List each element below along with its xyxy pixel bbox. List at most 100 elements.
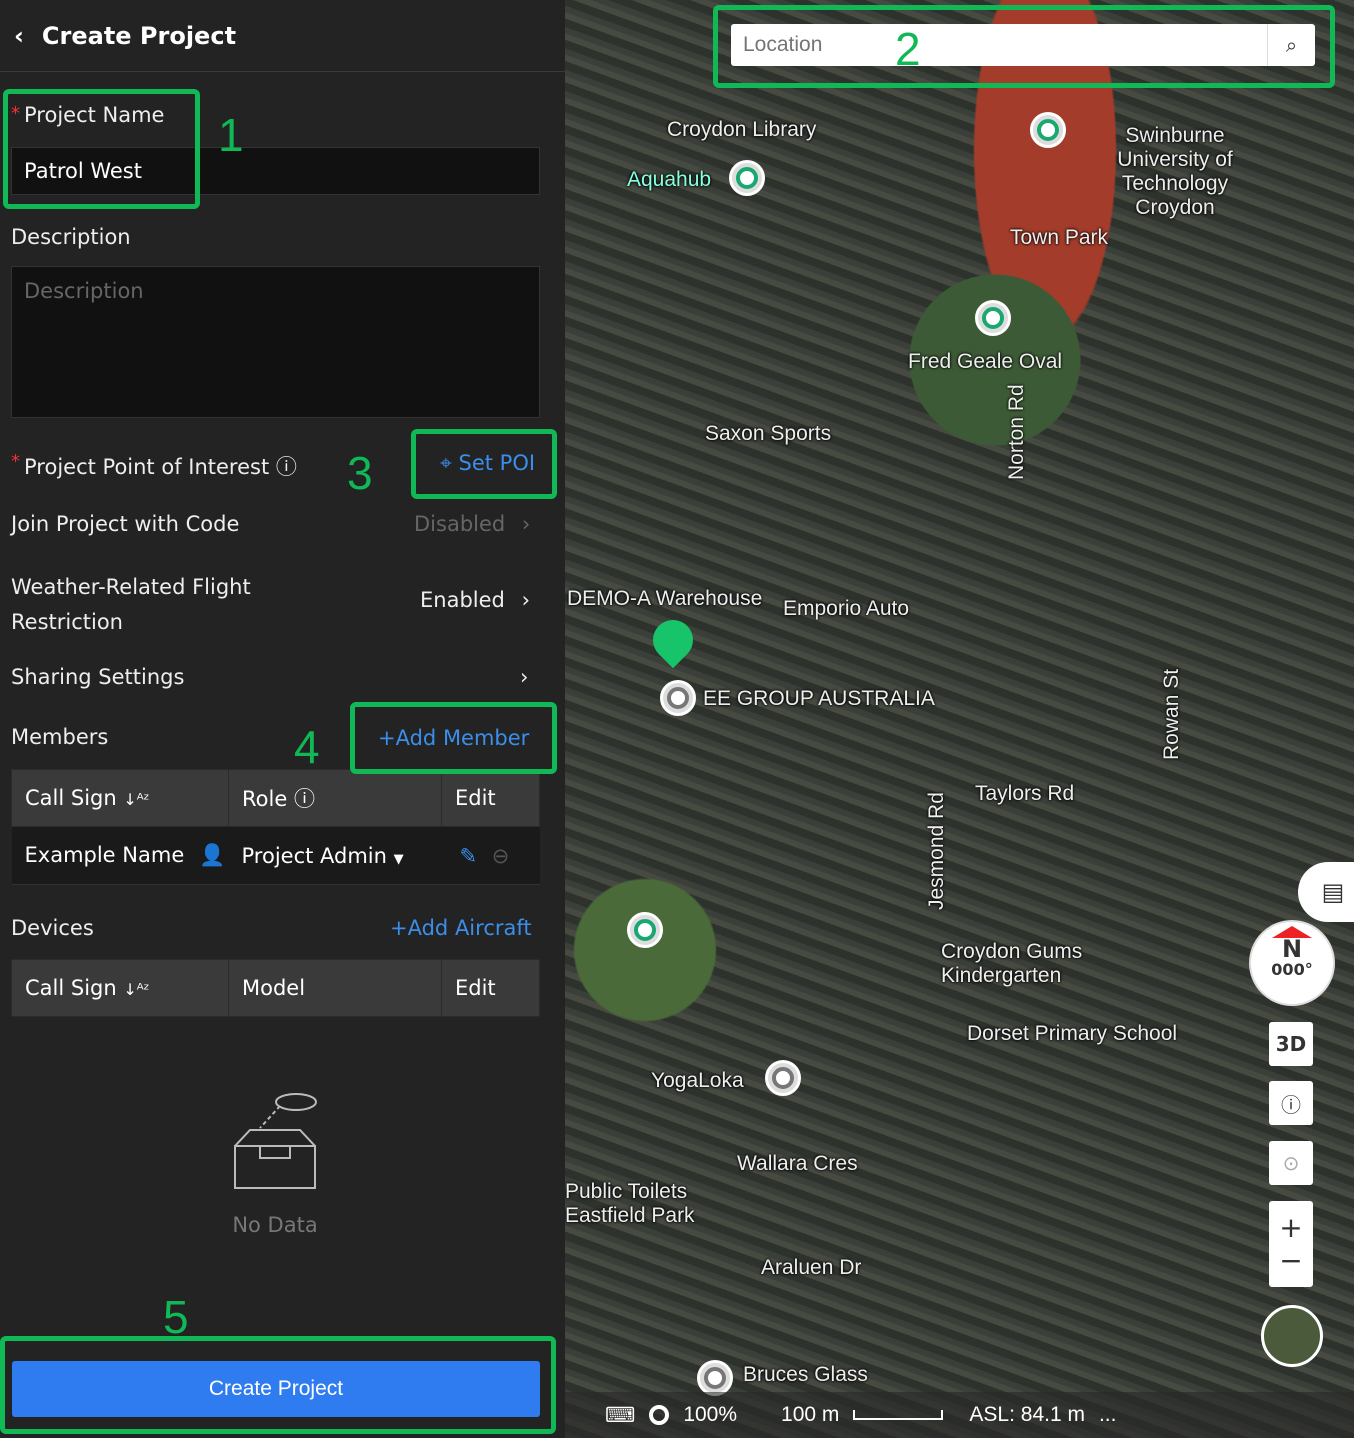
annotation-box-4 [350,702,557,774]
add-aircraft-label: Add Aircraft [407,916,532,940]
label-text: Project Point of Interest [24,455,270,479]
table-header: Call Sign ↓ᴬᶻ Model Edit [11,959,540,1017]
weather-label: Weather-Related Flight Restriction [11,570,251,640]
empty-drone-icon [234,1093,317,1189]
annotation-number: 3 [347,447,373,499]
map-label: EE GROUP AUSTRALIA [703,687,935,710]
map-label: Eastfield Park [565,1204,695,1227]
signal-ring-icon [649,1405,670,1425]
map-label: YogaLoka [651,1069,744,1092]
asl-readout: ASL: 84.1 m [969,1403,1085,1426]
keyboard-icon[interactable]: ⌨ [605,1403,635,1428]
sharing-chevron-icon[interactable]: › [520,665,528,689]
locate-icon[interactable]: ⊙ [1269,1141,1313,1185]
zoom-out-icon[interactable]: − [1279,1244,1302,1277]
header-text: Role [242,787,288,811]
map-poi-pin[interactable] [729,160,765,196]
map-label: Croydon Gums Kindergarten [941,940,1083,987]
chevron-right-icon: › [521,512,531,536]
required-icon: * [11,451,20,472]
map-label: Araluen Dr [761,1256,862,1279]
join-code-label: Join Project with Code [11,512,240,536]
map-label: Wallara Cres [737,1152,858,1175]
join-code-setting[interactable]: Disabled › [414,512,530,536]
role-select[interactable]: Project Admin ▼ [228,826,442,885]
info-icon[interactable]: ⓘ [276,455,297,479]
map-label: Croydon Library [667,118,817,141]
map-label: Bruces Glass [743,1363,868,1386]
map-view[interactable]: ⌕ Croydon Library Aquahub Swinburne Univ… [565,0,1354,1438]
more-indicator: ... [1098,1403,1117,1426]
map-poi-pin[interactable] [660,680,696,716]
annotation-number: 4 [294,721,320,773]
map-label: DEMO-A Warehouse [567,587,763,610]
table-row: Example Name 👤 Project Admin ▼ ✎ ⊖ [11,826,540,885]
map-label: Jesmond Rd [925,792,948,910]
weather-setting[interactable]: Enabled › [420,588,530,612]
sort-az-icon[interactable]: ↓ᴬᶻ [123,790,149,809]
map-label: Norton Rd [1005,384,1028,480]
map-poi-pin[interactable] [975,300,1011,336]
devices-table: Call Sign ↓ᴬᶻ Model Edit [11,959,540,1017]
map-poi-pin[interactable] [1030,112,1066,148]
col-role: Role ⓘ [228,769,442,827]
label-line: Weather-Related Flight [11,575,251,599]
map-label: Swinburne University of Technology Croyd… [1117,124,1233,219]
sort-az-icon[interactable]: ↓ᴬᶻ [123,980,149,999]
member-call-sign: Example Name 👤 [11,826,229,885]
map-poi-pin[interactable] [627,912,663,948]
header-text: Call Sign [25,786,117,810]
label-line: Restriction [11,610,123,634]
col-edit: Edit [441,769,540,827]
map-label: Fred Geale Oval [908,350,1063,373]
panel-header: ‹ Create Project [0,0,565,72]
annotation-box-2 [713,5,1335,88]
compass-heading: 000° [1271,960,1313,979]
col-call-sign[interactable]: Call Sign ↓ᴬᶻ [11,769,229,827]
add-aircraft-button[interactable]: +Add Aircraft [390,916,532,940]
col-model: Model [228,959,442,1017]
annotation-box-1 [3,89,200,209]
map-label: Emporio Auto [783,597,910,620]
info-icon[interactable]: ⓘ [1269,1081,1313,1125]
table-header: Call Sign ↓ᴬᶻ Role ⓘ Edit [11,769,540,827]
plus-icon: + [390,916,408,940]
annotation-box-3 [411,429,557,499]
3d-toggle-button[interactable]: 3D [1269,1022,1313,1066]
info-icon[interactable]: ⓘ [294,787,315,811]
project-location-marker[interactable] [644,611,702,669]
map-label: Rowan St [1160,668,1183,760]
description-input[interactable]: Description [11,266,540,418]
caret-down-icon: ▼ [393,851,404,867]
members-table: Call Sign ↓ᴬᶻ Role ⓘ Edit Example Name 👤… [11,769,540,885]
compass[interactable]: N 000° [1249,920,1335,1006]
map-label: Aquahub [627,168,712,191]
page-title: Create Project [41,21,237,50]
scale-bar [853,1410,944,1420]
back-icon[interactable]: ‹ [14,22,24,50]
remove-icon[interactable]: ⊖ [492,844,510,868]
zoom-controls: + − [1269,1201,1313,1287]
map-poi-pin[interactable] [697,1360,733,1396]
col-call-sign[interactable]: Call Sign ↓ᴬᶻ [11,959,229,1017]
annotation-number: 1 [218,109,244,161]
weather-value: Enabled [420,588,505,612]
scale-label: 100 m [781,1403,840,1426]
pencil-icon[interactable]: ✎ [460,844,478,868]
map-label: Public Toilets [565,1180,688,1203]
zoom-percent: 100% [683,1403,738,1426]
chat-icon[interactable]: ▤ [1298,862,1354,922]
members-title: Members [11,725,109,749]
map-status-bar: ⌨ 100% 100 m ASL: 84.1 m ... [565,1392,1354,1438]
edit-actions: ✎ ⊖ [441,826,540,885]
map-label: Town Park [1010,226,1109,249]
annotation-box-5 [0,1336,556,1434]
map-poi-pin[interactable] [765,1060,801,1096]
zoom-in-icon[interactable]: + [1279,1211,1302,1244]
map-layer-toggle[interactable] [1261,1305,1323,1367]
col-edit: Edit [441,959,540,1017]
compass-letter: N [1281,935,1303,963]
poi-label: * Project Point of Interest ⓘ [11,451,297,481]
annotation-number: 5 [163,1291,189,1343]
devices-title: Devices [11,916,94,940]
